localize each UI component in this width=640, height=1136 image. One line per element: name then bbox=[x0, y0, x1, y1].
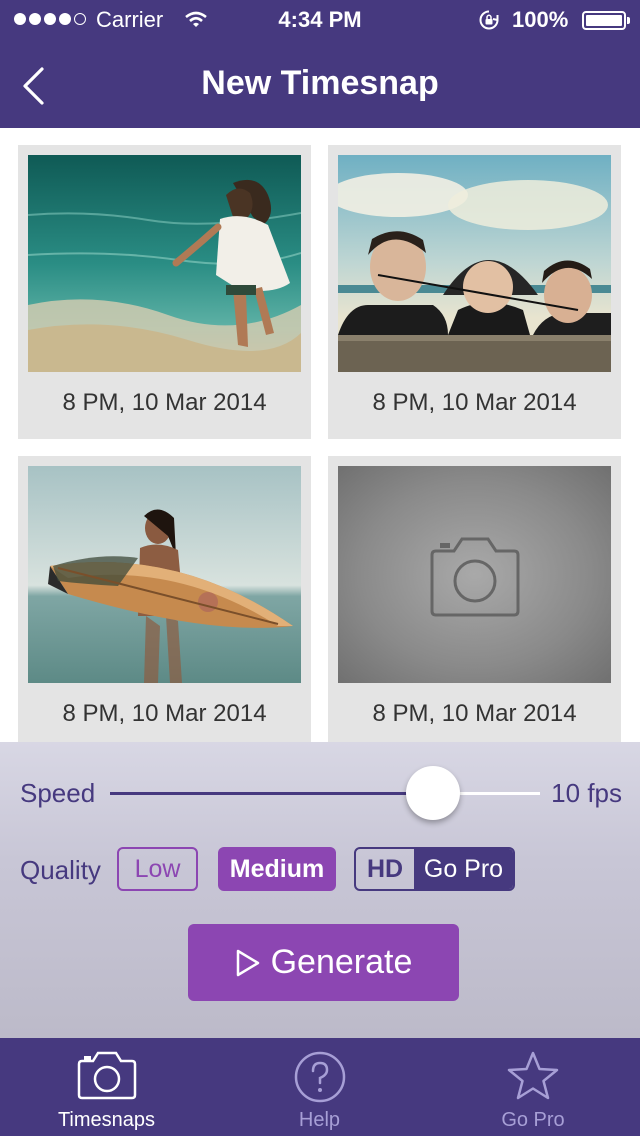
quality-low-button[interactable]: Low bbox=[117, 847, 198, 891]
speed-slider-thumb[interactable] bbox=[405, 766, 460, 820]
generate-label: Generate bbox=[270, 943, 413, 981]
snap-card[interactable]: 8 PM, 10 Mar 2014 bbox=[328, 145, 621, 439]
snap-photo-placeholder bbox=[338, 466, 611, 683]
snap-photo-surfboard bbox=[28, 466, 301, 683]
snap-card[interactable]: 8 PM, 10 Mar 2014 bbox=[18, 456, 311, 742]
generate-controls: Speed 10 fps Quality Low Medium HD Go Pr… bbox=[0, 742, 640, 1038]
tab-bar: Timesnaps Help Go Pro bbox=[0, 1038, 640, 1136]
tab-timesnaps[interactable]: Timesnaps bbox=[0, 1038, 213, 1136]
snap-caption: 8 PM, 10 Mar 2014 bbox=[62, 389, 267, 416]
go-pro-badge: Go Pro bbox=[414, 849, 513, 889]
battery-icon bbox=[582, 11, 630, 30]
header: Carrier 4:34 PM 100% New Timesnap bbox=[0, 0, 640, 128]
snap-grid: 8 PM, 10 Mar 2014 8 PM, 10 Mar 2014 8 PM… bbox=[0, 128, 640, 742]
snap-photo-three-faces bbox=[338, 155, 611, 372]
snap-caption: 8 PM, 10 Mar 2014 bbox=[62, 700, 267, 727]
snap-caption: 8 PM, 10 Mar 2014 bbox=[372, 389, 577, 416]
tab-label: Help bbox=[298, 1109, 341, 1131]
quality-hd-button[interactable]: HD Go Pro bbox=[354, 847, 515, 891]
battery-percent: 100% bbox=[512, 7, 569, 32]
tab-go-pro[interactable]: Go Pro bbox=[426, 1038, 640, 1136]
tab-label: Go Pro bbox=[501, 1109, 565, 1131]
star-icon bbox=[506, 1050, 560, 1107]
snap-photo-woman-running bbox=[28, 155, 301, 372]
speed-slider-fill bbox=[110, 792, 433, 795]
speed-value: 10 fps bbox=[551, 778, 622, 808]
snap-card-empty[interactable]: 8 PM, 10 Mar 2014 bbox=[328, 456, 621, 742]
tab-help[interactable]: Help bbox=[213, 1038, 426, 1136]
snap-caption: 8 PM, 10 Mar 2014 bbox=[372, 700, 577, 727]
quality-hd-label: HD bbox=[366, 854, 404, 883]
generate-button[interactable]: Generate bbox=[188, 924, 459, 1001]
camera-icon bbox=[430, 537, 519, 616]
speed-label: Speed bbox=[20, 778, 96, 808]
rotation-lock-icon bbox=[478, 9, 500, 37]
status-bar: Carrier 4:34 PM 100% bbox=[0, 0, 640, 40]
play-icon bbox=[236, 949, 259, 976]
snap-card[interactable]: 8 PM, 10 Mar 2014 bbox=[18, 145, 311, 439]
speed-slider[interactable] bbox=[110, 792, 540, 795]
tab-label: Timesnaps bbox=[57, 1109, 156, 1131]
quality-label: Quality bbox=[20, 855, 101, 885]
quality-medium-button[interactable]: Medium bbox=[218, 847, 336, 891]
camera-icon bbox=[77, 1050, 137, 1105]
question-icon bbox=[293, 1050, 347, 1109]
page-title: New Timesnap bbox=[201, 64, 439, 102]
